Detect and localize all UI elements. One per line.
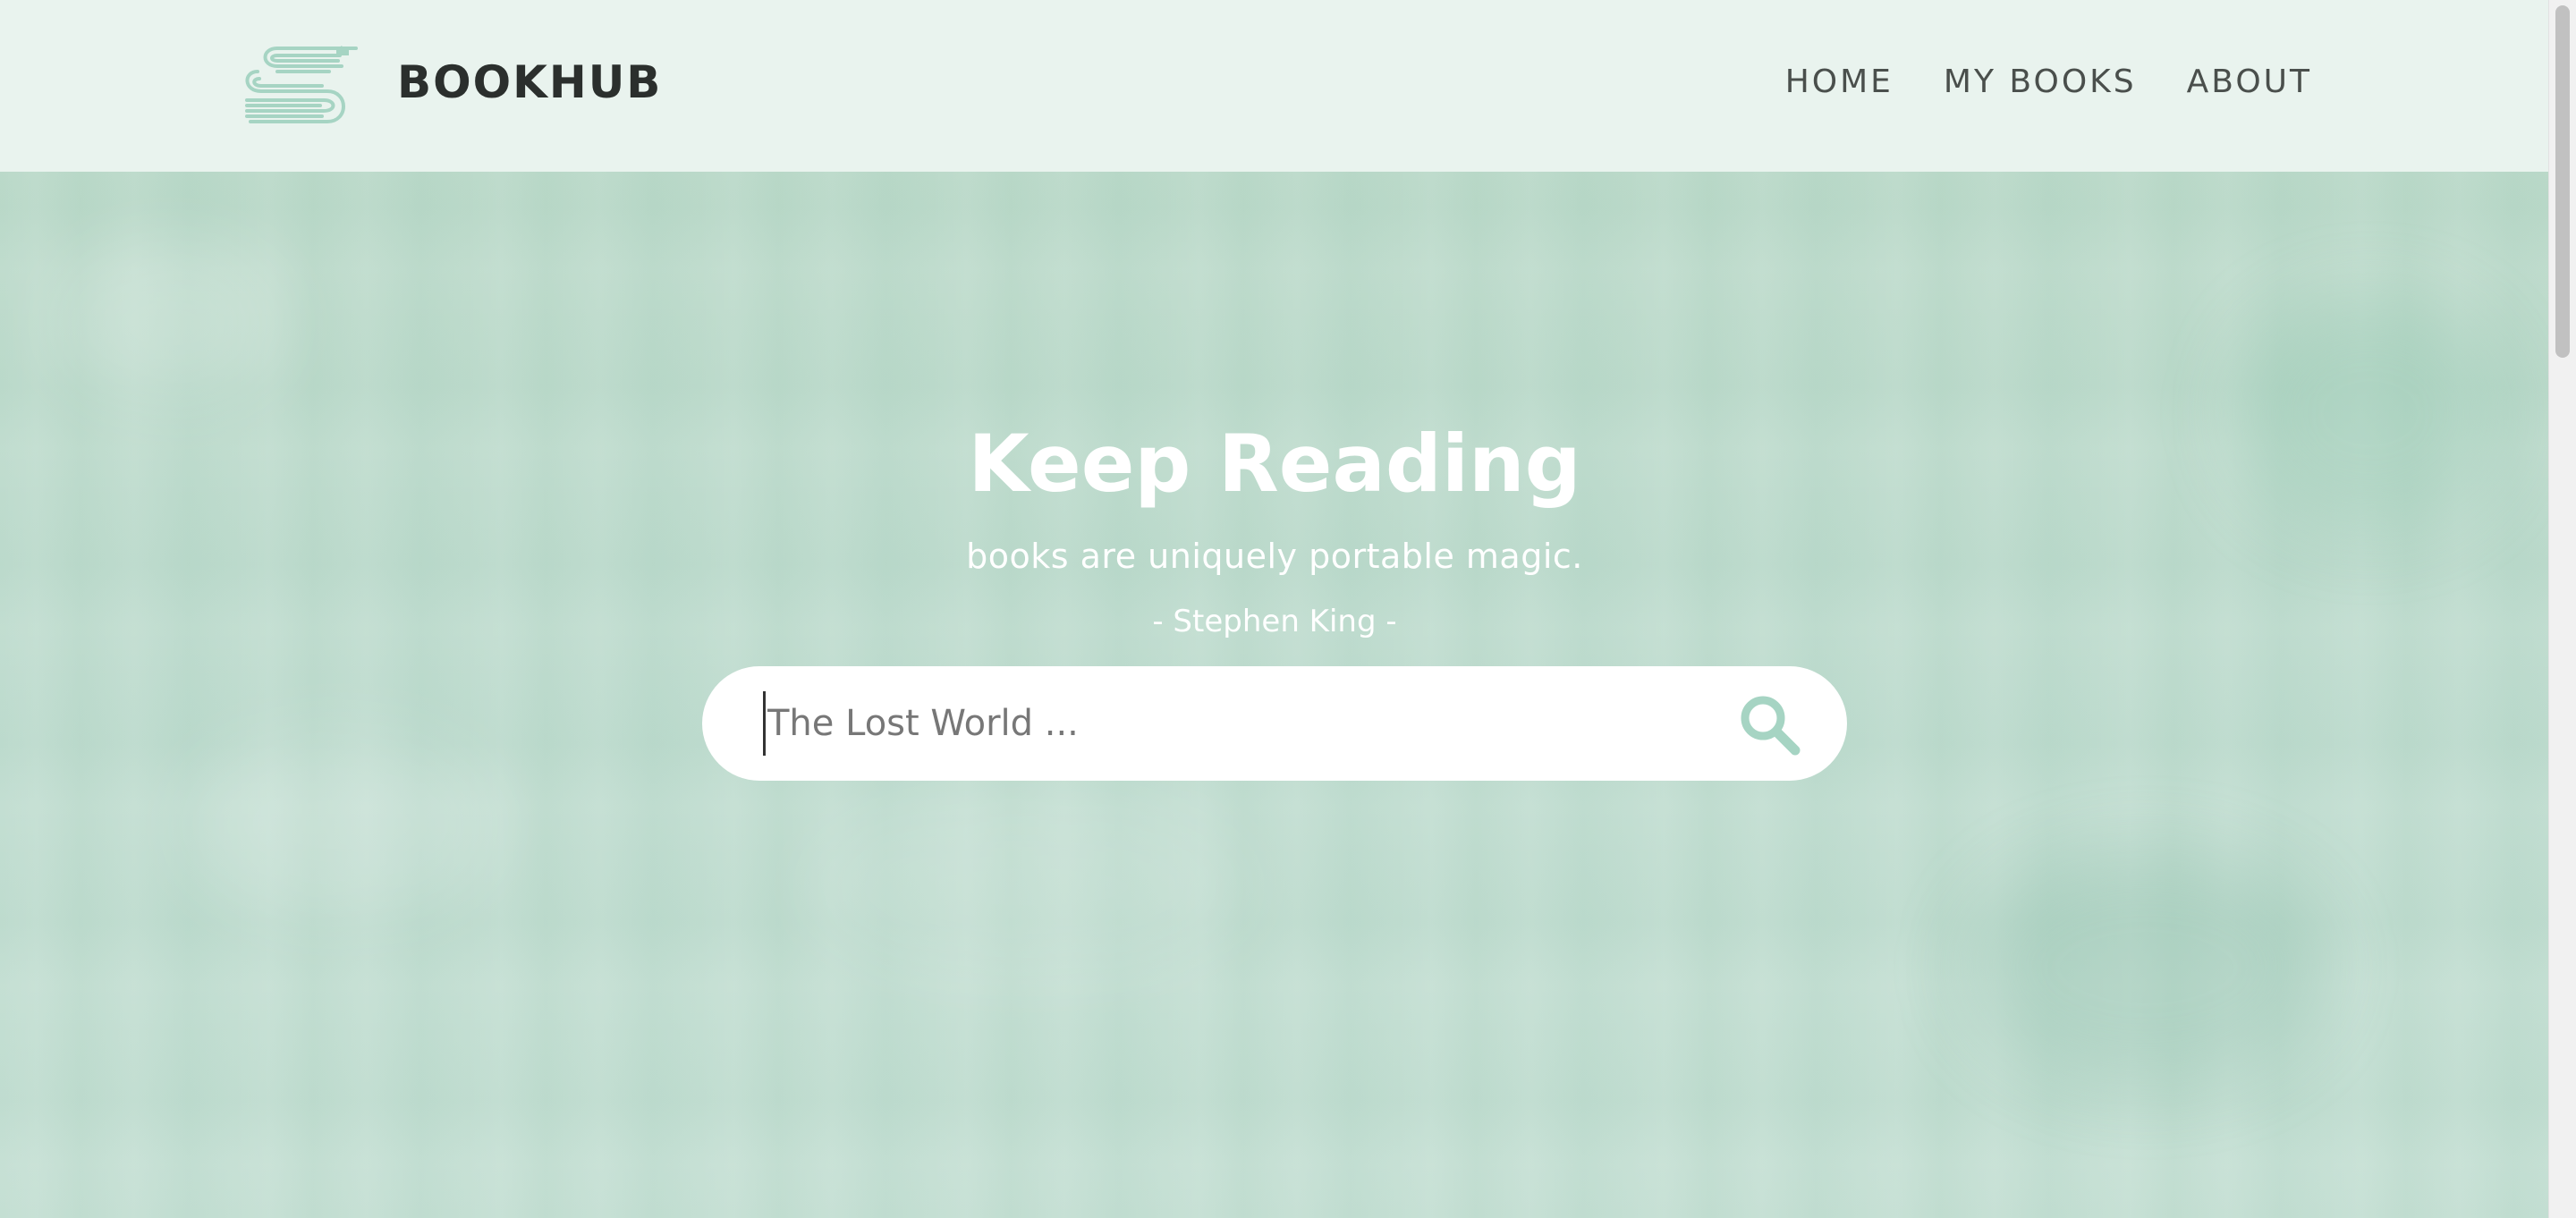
- scrollbar-thumb[interactable]: [2555, 5, 2570, 358]
- search-bar: [702, 666, 1847, 781]
- stacked-books-logo-icon[interactable]: [242, 45, 358, 123]
- nav-home-link[interactable]: HOME: [1785, 55, 1894, 109]
- vertical-scrollbar[interactable]: [2548, 0, 2576, 1218]
- main-nav: HOME MY BOOKS ABOUT: [1785, 55, 2312, 109]
- search-icon[interactable]: [1738, 693, 1801, 756]
- brand-name[interactable]: BOOKHUB: [397, 50, 662, 114]
- nav-about-link[interactable]: ABOUT: [2187, 55, 2312, 109]
- hero-title: Keep Reading: [968, 417, 1581, 510]
- page: BOOKHUB HOME MY BOOKS ABOUT Keep Reading…: [0, 0, 2576, 1218]
- search-input[interactable]: [763, 691, 1680, 756]
- hero-quote: books are uniquely portable magic.: [966, 537, 1583, 576]
- nav-my-books-link[interactable]: MY BOOKS: [1944, 55, 2137, 109]
- top-header: BOOKHUB HOME MY BOOKS ABOUT: [0, 0, 2549, 172]
- quote-author: - Stephen King -: [1152, 604, 1397, 639]
